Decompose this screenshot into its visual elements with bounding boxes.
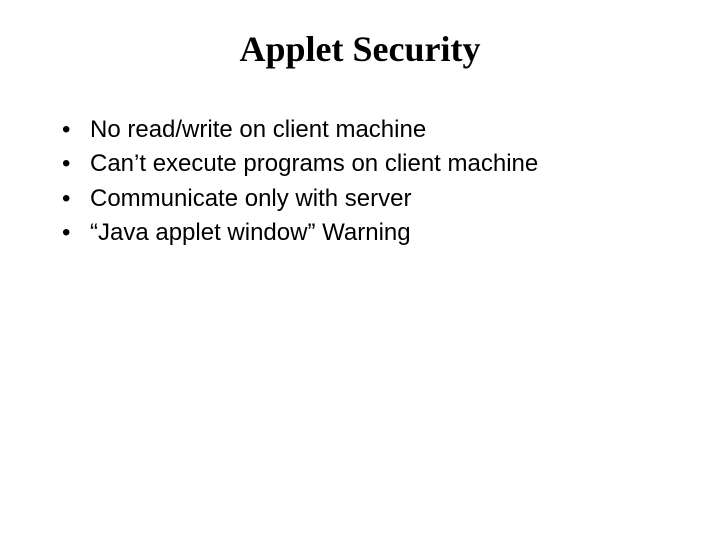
slide: Applet Security No read/write on client … — [0, 0, 720, 540]
list-item: Can’t execute programs on client machine — [62, 148, 680, 180]
list-item: Communicate only with server — [62, 183, 680, 215]
bullet-list: No read/write on client machine Can’t ex… — [40, 114, 680, 250]
list-item: No read/write on client machine — [62, 114, 680, 146]
slide-title: Applet Security — [40, 28, 680, 70]
list-item: “Java applet window” Warning — [62, 217, 680, 249]
